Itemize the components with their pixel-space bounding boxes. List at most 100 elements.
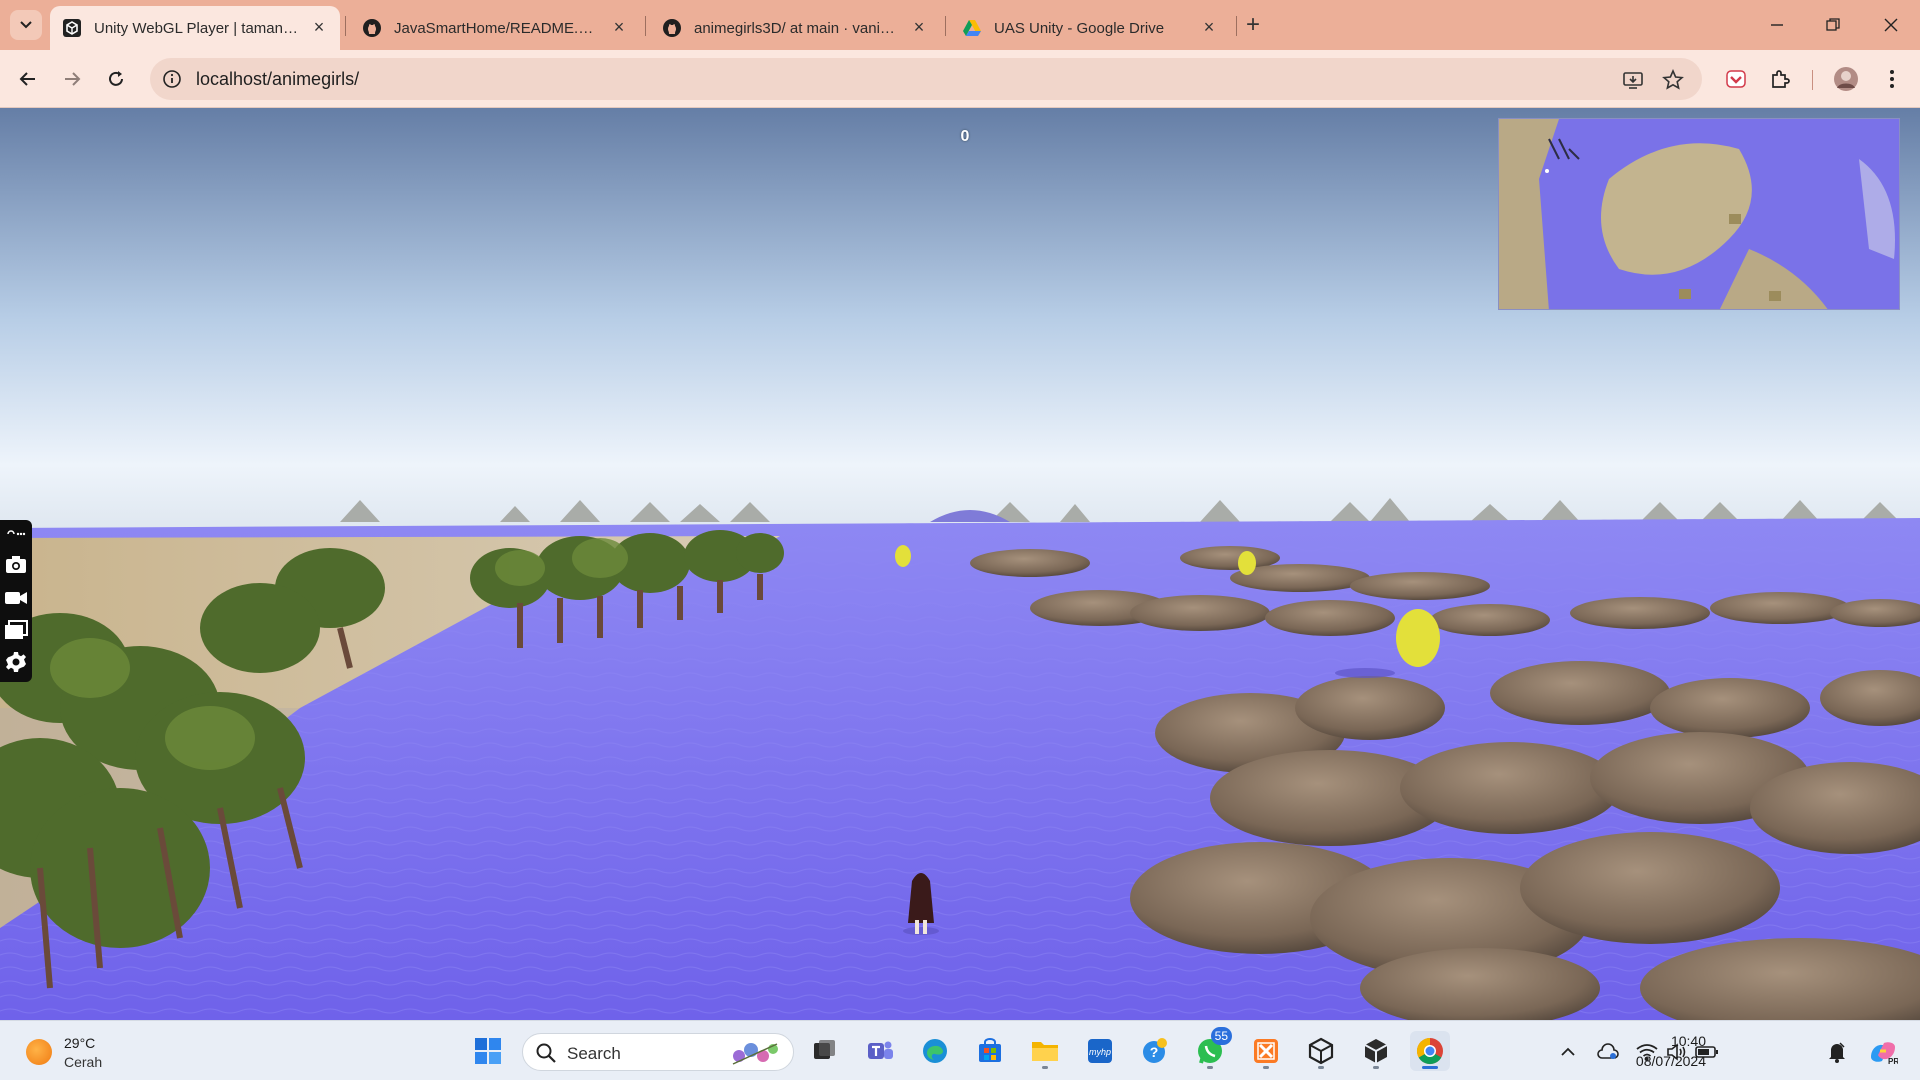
tab-separator — [345, 16, 346, 36]
tab-google-drive[interactable]: UAS Unity - Google Drive × — [950, 6, 1230, 50]
clock-time: 10:40 — [1670, 1033, 1706, 1049]
close-tab-icon[interactable]: × — [610, 18, 628, 37]
chrome-app[interactable] — [1410, 1031, 1450, 1071]
running-indicator — [1207, 1066, 1213, 1069]
arrow-left-icon — [19, 72, 35, 86]
close-tab-icon[interactable]: × — [310, 18, 328, 37]
tab-title: UAS Unity - Google Drive — [994, 19, 1165, 37]
toolbar-separator — [1812, 70, 1813, 90]
chevron-up-icon — [1561, 1047, 1575, 1056]
copilot-icon[interactable]: PRE — [1866, 1039, 1900, 1065]
github-icon — [363, 19, 381, 37]
unity-editor-app[interactable] — [1356, 1031, 1396, 1071]
show-hidden-icons[interactable] — [1555, 1039, 1581, 1065]
unity-icon — [63, 19, 81, 37]
edge-app[interactable] — [915, 1031, 955, 1071]
weather-condition: Cerah — [64, 1054, 103, 1070]
close-tab-icon[interactable]: × — [910, 18, 928, 37]
tab-animegirls3d-repo[interactable]: animegirls3D/ at main · vaniam × — [650, 6, 940, 50]
edge-icon — [923, 1039, 947, 1063]
browser-toolbar: localhost/animegirls/ — [0, 50, 1920, 108]
score-counter: 0 — [960, 128, 970, 145]
start-button[interactable] — [468, 1031, 508, 1071]
tab-search-button[interactable] — [10, 10, 42, 40]
reload-button[interactable] — [100, 63, 132, 95]
windows-logo-icon — [475, 1038, 501, 1064]
extensions-puzzle-icon[interactable] — [1764, 63, 1796, 95]
restore-button[interactable] — [1818, 10, 1848, 40]
sun-icon — [26, 1039, 52, 1065]
weather-temperature: 29°C — [64, 1035, 96, 1051]
help-app[interactable]: ? — [1135, 1031, 1175, 1071]
close-tab-icon[interactable]: × — [1200, 18, 1218, 37]
myhp-icon: myhp — [1088, 1039, 1112, 1063]
site-info-icon[interactable] — [160, 67, 184, 91]
notifications-bell-icon[interactable] — [1824, 1039, 1850, 1065]
whatsapp-app[interactable]: 55 — [1190, 1027, 1232, 1071]
google-drive-icon — [963, 20, 981, 36]
close-window-button[interactable] — [1876, 10, 1906, 40]
minimap-image — [1499, 119, 1899, 309]
side-toolbar — [0, 520, 32, 682]
store-icon — [979, 1038, 1001, 1062]
windows-taskbar: 29°C Cerah Search myhp ? 55 10:40 08/07/… — [0, 1020, 1920, 1080]
settings-gear-icon[interactable] — [4, 650, 28, 674]
coin — [895, 545, 911, 567]
restore-icon — [1826, 18, 1840, 31]
close-icon — [1884, 18, 1898, 32]
minimize-icon — [1771, 24, 1783, 26]
coin-shadow — [1335, 668, 1395, 678]
chevron-down-icon — [20, 21, 32, 29]
svg-text:PRE: PRE — [1888, 1057, 1898, 1065]
forward-button[interactable] — [56, 63, 88, 95]
url-text[interactable]: localhost/animegirls/ — [196, 69, 359, 90]
taskbar-search[interactable]: Search — [522, 1033, 794, 1071]
tab-unity-webgl[interactable]: Unity WebGL Player | taman gar × — [50, 6, 340, 50]
back-button[interactable] — [12, 63, 44, 95]
windows-icon[interactable] — [4, 618, 28, 642]
new-tab-button[interactable]: + — [1240, 13, 1266, 39]
tab-title: Unity WebGL Player | taman gar — [94, 19, 300, 37]
search-highlight-icon — [732, 1043, 778, 1065]
video-camera-icon[interactable] — [4, 586, 28, 610]
notification-badge: 55 — [1210, 1027, 1232, 1045]
unity-webgl-canvas[interactable]: 0 — [0, 108, 1920, 1020]
arrow-right-icon — [65, 72, 81, 86]
address-bar[interactable]: localhost/animegirls/ — [150, 58, 1702, 100]
clock-date: 08/07/2024 — [1635, 1053, 1706, 1069]
weather-widget[interactable]: 29°C Cerah — [26, 1033, 166, 1073]
folder-icon — [1032, 1042, 1058, 1061]
unity-hub-app[interactable] — [1301, 1031, 1341, 1071]
tab-title: JavaSmartHome/README.md a — [394, 19, 600, 37]
tab-separator — [1236, 16, 1237, 36]
tab-separator — [645, 16, 646, 36]
myhp-app[interactable]: myhp — [1080, 1031, 1120, 1071]
running-indicator — [1042, 1066, 1048, 1069]
tab-java-smart-home[interactable]: JavaSmartHome/README.md a × — [350, 6, 640, 50]
minimize-button[interactable] — [1762, 10, 1792, 40]
link-more-icon[interactable] — [4, 526, 28, 542]
running-indicator — [1263, 1066, 1269, 1069]
teams-app[interactable] — [860, 1031, 900, 1071]
xampp-app[interactable] — [1246, 1031, 1286, 1071]
browser-menu-icon[interactable] — [1876, 63, 1908, 95]
xampp-icon — [1254, 1039, 1278, 1063]
unity-icon — [1308, 1037, 1334, 1065]
profile-avatar-icon[interactable] — [1830, 63, 1862, 95]
file-explorer-app[interactable] — [1025, 1031, 1065, 1071]
install-app-icon[interactable] — [1620, 67, 1646, 93]
store-app[interactable] — [970, 1031, 1010, 1071]
chrome-icon — [1416, 1037, 1443, 1065]
pocket-extension-icon[interactable] — [1720, 63, 1752, 95]
running-indicator — [1318, 1066, 1324, 1069]
system-clock[interactable]: 10:40 08/07/2024 — [1586, 1031, 1706, 1071]
task-view-button[interactable] — [804, 1031, 844, 1071]
minimap — [1498, 118, 1900, 310]
github-icon — [663, 19, 681, 37]
search-icon — [536, 1043, 556, 1063]
reload-icon — [109, 71, 123, 86]
bookmark-star-icon[interactable] — [1660, 67, 1686, 93]
browser-tab-strip: Unity WebGL Player | taman gar × JavaSma… — [0, 0, 1920, 50]
tab-separator — [945, 16, 946, 36]
camera-icon[interactable] — [4, 552, 28, 576]
